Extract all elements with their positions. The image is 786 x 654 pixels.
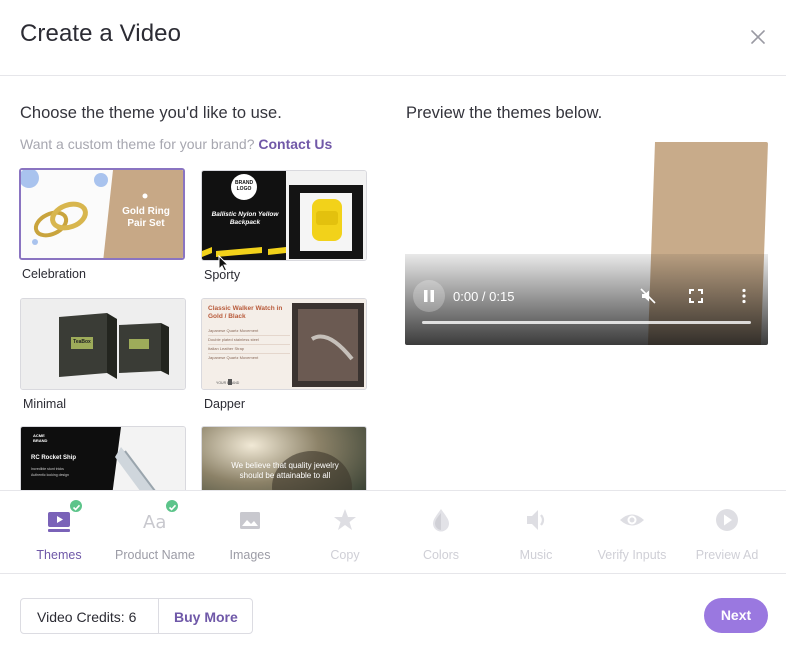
- theme-thumb-minimal: TeaBox: [20, 298, 186, 390]
- step-label: Product Name: [115, 548, 195, 562]
- mute-icon[interactable]: [639, 287, 657, 305]
- image-icon: [236, 505, 264, 535]
- custom-theme-prompt: Want a custom theme for your brand? Cont…: [20, 136, 332, 152]
- thumb-feature: Japanese Quartz Movement: [208, 355, 259, 360]
- eye-icon: [618, 505, 646, 535]
- create-video-modal: Create a Video Choose the theme you'd li…: [0, 0, 786, 654]
- thumb-feature: Incredible stunt tricks: [31, 467, 64, 471]
- thumb-logo: ACME BRAND: [33, 433, 48, 443]
- wizard-steps: Themes Aa Product Name Images Copy Color…: [0, 490, 786, 574]
- thumb-title: Gold Ring Pair Set: [122, 206, 170, 229]
- custom-theme-text: Want a custom theme for your brand?: [20, 136, 255, 152]
- speaker-icon: [522, 505, 550, 535]
- theme-label-minimal: Minimal: [23, 397, 67, 411]
- pause-button[interactable]: [413, 280, 445, 312]
- theme-card-dapper[interactable]: Classic Walker Watch in Gold / Black Jap…: [201, 298, 367, 411]
- svg-text:Aa: Aa: [143, 512, 166, 533]
- video-credits-label: Video Credits: 6: [37, 609, 137, 625]
- theme-heading: Choose the theme you'd like to use.: [20, 104, 282, 122]
- play-circle-icon: [713, 505, 741, 535]
- more-options-icon[interactable]: [735, 287, 753, 305]
- thumb-title: Ballistic Nylon Yellow Backpack: [211, 211, 279, 226]
- theme-card-minimal[interactable]: TeaBox Minimal: [20, 298, 186, 411]
- tea-boxes-image: [21, 299, 185, 389]
- thumb-feature: Double plated stainless steel: [208, 336, 290, 345]
- theme-thumb-jewelry: We believe that quality jewelry should b…: [201, 426, 367, 490]
- theme-thumb-dapper: Classic Walker Watch in Gold / Black Jap…: [201, 298, 367, 390]
- step-label: Colors: [422, 548, 460, 562]
- theme-thumb-celebration: Gold Ring Pair Set: [19, 168, 185, 260]
- fullscreen-icon[interactable]: [687, 287, 705, 305]
- theme-label-dapper: Dapper: [204, 397, 245, 411]
- step-label: Preview Ad: [695, 548, 759, 562]
- step-music[interactable]: Music: [488, 505, 584, 562]
- video-time: 0:00 / 0:15: [453, 289, 515, 304]
- thumb-logo: BRAND LOGO: [235, 180, 254, 192]
- video-icon: [45, 499, 83, 535]
- contact-us-link[interactable]: Contact Us: [258, 136, 332, 152]
- droplet-icon: [427, 505, 455, 535]
- step-label: Themes: [36, 548, 82, 562]
- video-credits-box: Video Credits: 6 Buy More: [20, 598, 253, 634]
- theme-grid: Gold Ring Pair Set Celebration BRAND LOG…: [16, 166, 376, 490]
- step-preview-ad[interactable]: Preview Ad: [679, 505, 775, 562]
- close-icon[interactable]: [748, 27, 768, 47]
- check-icon: [165, 499, 179, 513]
- thumb-feature-list: Japanese Quartz Movement Double plated s…: [208, 327, 290, 362]
- thumb-feature: Italian Leather Strap: [208, 345, 290, 354]
- step-label: Verify Inputs: [597, 548, 667, 562]
- buy-more-button[interactable]: Buy More: [174, 609, 238, 625]
- theme-card-rocket[interactable]: ACME BRAND RC Rocket Ship Incredible stu…: [20, 426, 186, 490]
- step-themes[interactable]: Themes: [11, 499, 107, 562]
- thumb-title: TeaBox: [73, 339, 91, 345]
- step-label: Copy: [330, 548, 360, 562]
- theme-card-celebration[interactable]: Gold Ring Pair Set Celebration: [19, 168, 185, 281]
- mouse-cursor-icon: [218, 255, 230, 272]
- step-verify-inputs[interactable]: Verify Inputs: [584, 505, 680, 562]
- thumb-title: We believe that quality jewelry should b…: [231, 461, 339, 480]
- theme-thumb-sporty: BRAND LOGO Ballistic Nylon Yellow Backpa…: [201, 170, 367, 261]
- modal-title: Create a Video: [20, 20, 182, 47]
- theme-card-jewelry[interactable]: We believe that quality jewelry should b…: [201, 426, 367, 490]
- preview-video-player[interactable]: 0:00 / 0:15: [405, 142, 768, 345]
- modal-header: Create a Video: [0, 0, 786, 76]
- pause-icon: [424, 290, 434, 302]
- step-product-name[interactable]: Aa Product Name: [107, 499, 203, 562]
- text-aa-icon: Aa: [141, 499, 179, 535]
- step-images[interactable]: Images: [202, 505, 298, 562]
- theme-thumb-rocket: ACME BRAND RC Rocket Ship Incredible stu…: [20, 426, 186, 490]
- step-copy[interactable]: Copy: [297, 505, 393, 562]
- theme-label-celebration: Celebration: [22, 267, 86, 281]
- check-icon: [69, 499, 83, 513]
- star-icon: [331, 505, 359, 535]
- next-button[interactable]: Next: [704, 598, 768, 633]
- thumb-feature: Authentic looking design: [31, 473, 69, 477]
- theme-card-sporty[interactable]: BRAND LOGO Ballistic Nylon Yellow Backpa…: [201, 170, 367, 282]
- preview-heading: Preview the themes below.: [406, 104, 603, 122]
- step-label: Images: [229, 548, 271, 562]
- thumb-title: Classic Walker Watch in Gold / Black: [208, 305, 283, 320]
- video-progress-bar[interactable]: [422, 321, 751, 324]
- divider: [158, 599, 159, 633]
- step-colors[interactable]: Colors: [393, 505, 489, 562]
- thumb-feature: Japanese Quartz Movement: [208, 327, 290, 336]
- thumb-brand: YOUR BRAND: [216, 381, 240, 385]
- step-label: Music: [519, 548, 553, 562]
- thumb-title: RC Rocket Ship: [31, 455, 77, 461]
